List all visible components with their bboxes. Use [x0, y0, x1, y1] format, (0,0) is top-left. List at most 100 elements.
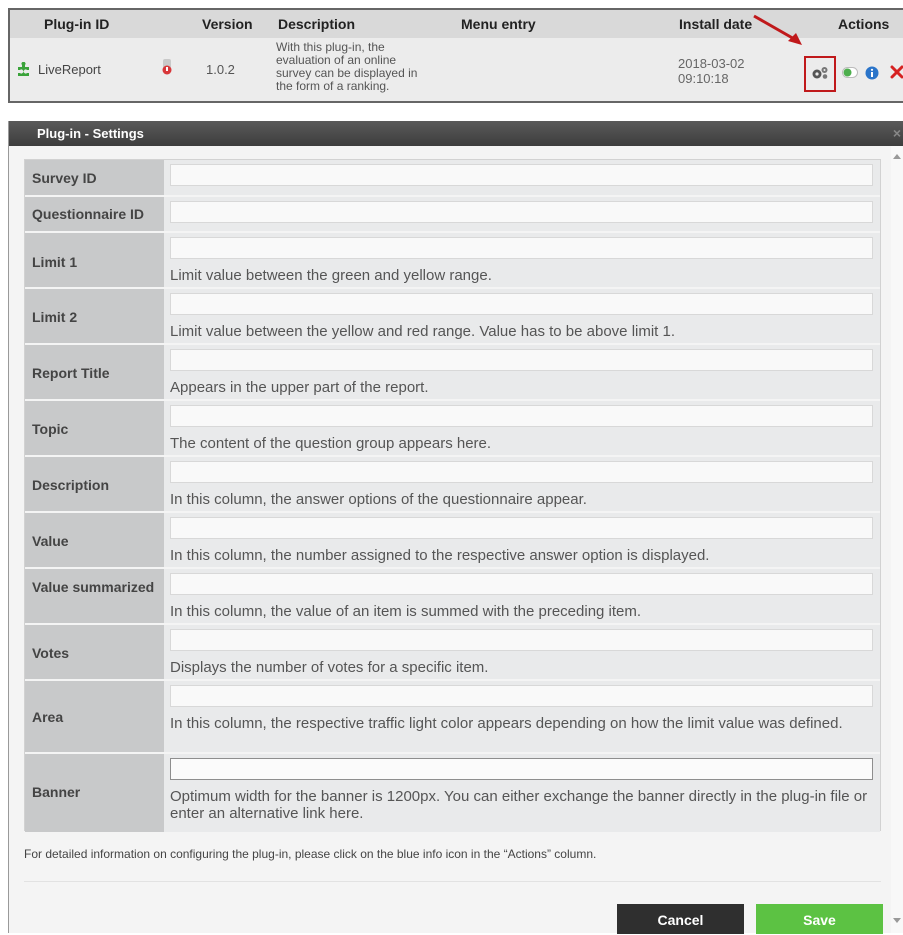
info-icon[interactable] — [865, 66, 879, 80]
field-hint: Displays the number of votes for a speci… — [170, 659, 489, 676]
survey-id-input[interactable] — [170, 164, 873, 186]
field-label: Report Title — [25, 345, 164, 399]
field-label-text: Value summarized — [32, 579, 155, 595]
scroll-down-icon[interactable] — [893, 918, 901, 923]
cancel-button[interactable]: Cancel — [617, 904, 744, 934]
field-body — [164, 160, 880, 195]
field-label-text: Value — [32, 533, 69, 549]
field-label: Questionnaire ID — [25, 197, 164, 231]
scrollbar[interactable] — [891, 146, 903, 933]
header-version[interactable]: Version — [202, 16, 253, 32]
status-icon — [162, 59, 172, 75]
header-install-date[interactable]: Install date — [679, 16, 752, 32]
field-body: Limit value between the green and yellow… — [164, 233, 880, 287]
field-limit-1: Limit 1 Limit value between the green an… — [25, 233, 880, 289]
install-time-value: 09:10:18 — [678, 71, 729, 86]
field-value: Value In this column, the number assigne… — [25, 513, 880, 569]
field-body: Optimum width for the banner is 1200px. … — [164, 754, 880, 832]
field-body: In this column, the value of an item is … — [164, 569, 880, 623]
field-label: Value summarized — [25, 569, 164, 623]
field-label-text: Limit 2 — [32, 309, 78, 325]
votes-input[interactable] — [170, 629, 873, 651]
field-label: Votes — [25, 625, 164, 679]
field-label: Description — [25, 457, 164, 511]
field-limit-2: Limit 2 Limit value between the yellow a… — [25, 289, 880, 345]
header-menu-entry[interactable]: Menu entry — [461, 16, 536, 32]
report-title-input[interactable] — [170, 349, 873, 371]
limit-2-input[interactable] — [170, 293, 873, 315]
field-label: Limit 1 — [25, 233, 164, 287]
field-hint: In this column, the value of an item is … — [170, 603, 642, 620]
field-label: Area — [25, 681, 164, 752]
description-input[interactable] — [170, 461, 873, 483]
field-label: Topic — [25, 401, 164, 455]
arrow-annotation-icon — [753, 14, 802, 45]
field-survey-id: Survey ID — [25, 160, 880, 197]
close-icon[interactable]: × — [893, 125, 901, 141]
field-body: Limit value between the yellow and red r… — [164, 289, 880, 343]
scroll-up-icon[interactable] — [893, 154, 901, 159]
field-report-title: Report Title Appears in the upper part o… — [25, 345, 880, 401]
plugin-name: LiveReport — [38, 62, 101, 77]
field-hint: Limit value between the green and yellow… — [170, 267, 492, 284]
value-input[interactable] — [170, 517, 873, 539]
field-body: In this column, the number assigned to t… — [164, 513, 880, 567]
field-label: Survey ID — [25, 160, 164, 195]
field-banner: Banner Optimum width for the banner is 1… — [25, 754, 880, 832]
field-area: Area In this column, the respective traf… — [25, 681, 880, 754]
field-hint: The content of the question group appear… — [170, 435, 492, 452]
header-plugin-id[interactable]: Plug-in ID — [44, 16, 109, 32]
field-label-text: Topic — [32, 421, 69, 437]
value-summarized-input[interactable] — [170, 573, 873, 595]
area-input[interactable] — [170, 685, 873, 707]
field-label-text: Questionnaire ID — [32, 206, 145, 222]
field-hint: Appears in the upper part of the report. — [170, 379, 429, 396]
field-label-text: Area — [32, 709, 64, 725]
header-actions: Actions — [838, 16, 890, 32]
toggle-icon[interactable] — [842, 67, 858, 78]
settings-form: Survey ID Questionnaire ID Limit 1 Limit… — [24, 159, 881, 832]
field-body: In this column, the respective traffic l… — [164, 681, 880, 752]
field-label-text: Banner — [32, 784, 81, 800]
field-label-text: Survey ID — [32, 170, 97, 186]
questionnaire-id-input[interactable] — [170, 201, 873, 223]
field-body: Appears in the upper part of the report. — [164, 345, 880, 399]
description-line: the form of a ranking. — [276, 79, 390, 93]
footer-divider — [24, 881, 881, 882]
dialog-titlebar[interactable]: Plug-in - Settings × — [9, 121, 903, 146]
delete-icon[interactable] — [890, 65, 903, 79]
field-hint: Limit value between the yellow and red r… — [170, 323, 676, 340]
install-date: 2018-03-02 09:10:18 — [678, 56, 768, 86]
header-description[interactable]: Description — [278, 16, 355, 32]
topic-input[interactable] — [170, 405, 873, 427]
field-hint: Optimum width for the banner is 1200px. … — [170, 788, 868, 822]
field-hint: In this column, the respective traffic l… — [170, 715, 843, 732]
field-body: In this column, the answer options of th… — [164, 457, 880, 511]
field-questionnaire-id: Questionnaire ID — [25, 197, 880, 233]
field-hint: In this column, the number assigned to t… — [170, 547, 710, 564]
save-button[interactable]: Save — [756, 904, 883, 934]
field-label-text: Description — [32, 477, 110, 493]
limit-1-input[interactable] — [170, 237, 873, 259]
field-label-text: Report Title — [32, 365, 110, 381]
field-body — [164, 197, 880, 231]
field-body: Displays the number of votes for a speci… — [164, 625, 880, 679]
plugin-description: With this plug-in, the evaluation of an … — [276, 41, 456, 93]
field-votes: Votes Displays the number of votes for a… — [25, 625, 880, 681]
install-date-value: 2018-03-02 — [678, 56, 745, 71]
field-hint: In this column, the answer options of th… — [170, 491, 587, 508]
field-label-text: Votes — [32, 645, 70, 661]
field-label: Limit 2 — [25, 289, 164, 343]
puzzle-icon — [18, 62, 29, 76]
field-label: Value — [25, 513, 164, 567]
field-body: The content of the question group appear… — [164, 401, 880, 455]
dialog-title: Plug-in - Settings — [37, 126, 144, 141]
plugin-settings-dialog: Plug-in - Settings × Survey ID Questionn… — [8, 121, 903, 934]
gears-icon[interactable] — [811, 66, 829, 80]
field-value-summarized: Value summarized In this column, the val… — [25, 569, 880, 625]
footer-note: For detailed information on configuring … — [24, 847, 597, 861]
field-topic: Topic The content of the question group … — [25, 401, 880, 457]
plugin-version: 1.0.2 — [206, 62, 235, 77]
field-description: Description In this column, the answer o… — [25, 457, 880, 513]
banner-input[interactable] — [170, 758, 873, 780]
